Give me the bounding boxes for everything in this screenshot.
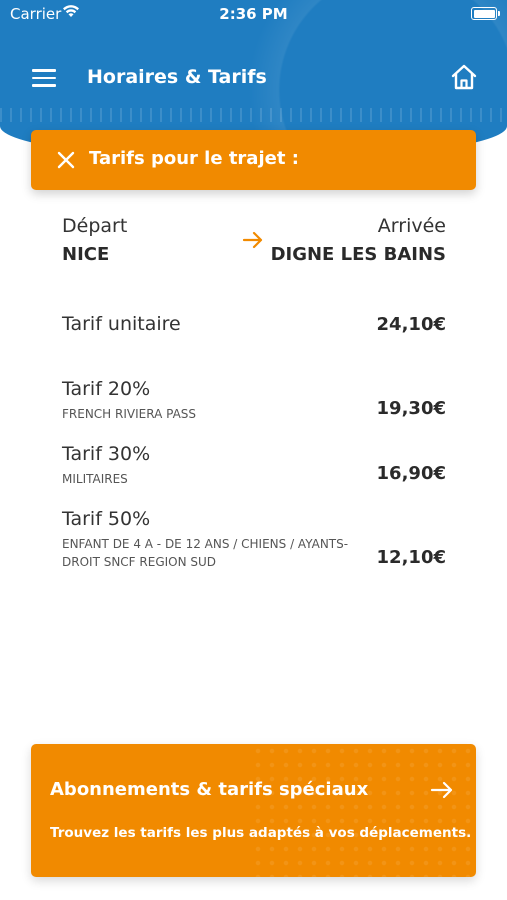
fare-description: ENFANT DE 4 A - DE 12 ANS / CHIENS / AYA… [62, 537, 349, 569]
header-tick-pattern [0, 108, 507, 122]
promo-description: Trouvez les tarifs les plus adaptés à vo… [50, 825, 472, 841]
page-title: Horaires & Tarifs [87, 66, 267, 88]
promo-title: Abonnements & tarifs spéciaux [50, 779, 369, 800]
hamburger-menu-icon[interactable] [32, 69, 56, 87]
card-dot-pattern [251, 744, 476, 877]
close-icon[interactable] [57, 151, 75, 169]
fares-list: Tarif unitaire 24,10€ Tarif 20% FRENCH R… [62, 310, 446, 590]
arrow-right-icon [242, 231, 263, 249]
departure-station: NICE [62, 244, 110, 265]
fare-price: 19,30€ [376, 398, 446, 419]
arrival-station: DIGNE LES BAINS [270, 244, 446, 265]
fare-name: Tarif 30% [62, 443, 151, 465]
fare-price: 24,10€ [376, 314, 446, 335]
fare-description: FRENCH RIVIERA PASS [62, 407, 197, 421]
departure-label: Départ [62, 215, 128, 237]
battery-icon [471, 7, 500, 20]
fares-banner: Tarifs pour le trajet : [31, 130, 476, 190]
fare-row: Tarif unitaire 24,10€ [62, 310, 446, 375]
special-fares-card[interactable]: Abonnements & tarifs spéciaux Trouvez le… [31, 744, 476, 877]
fare-row: Tarif 30% MILITAIRES 16,90€ [62, 440, 446, 505]
arrival-label: Arrivée [377, 215, 446, 237]
fare-name: Tarif unitaire [62, 313, 181, 335]
fare-row: Tarif 50% ENFANT DE 4 A - DE 12 ANS / CH… [62, 505, 446, 590]
home-icon[interactable] [450, 63, 478, 91]
banner-title: Tarifs pour le trajet : [89, 148, 299, 169]
fare-name: Tarif 50% [62, 508, 151, 530]
fare-name: Tarif 20% [62, 378, 151, 400]
fare-price: 16,90€ [376, 463, 446, 484]
fare-price: 12,10€ [376, 547, 446, 568]
fare-description: MILITAIRES [62, 472, 128, 486]
arrow-right-icon[interactable] [430, 780, 454, 800]
fare-row: Tarif 20% FRENCH RIVIERA PASS 19,30€ [62, 375, 446, 440]
status-bar: Carrier 2:36 PM [0, 0, 507, 28]
route-summary: Départ NICE Arrivée DIGNE LES BAINS [62, 215, 446, 275]
status-time: 2:36 PM [219, 5, 288, 23]
